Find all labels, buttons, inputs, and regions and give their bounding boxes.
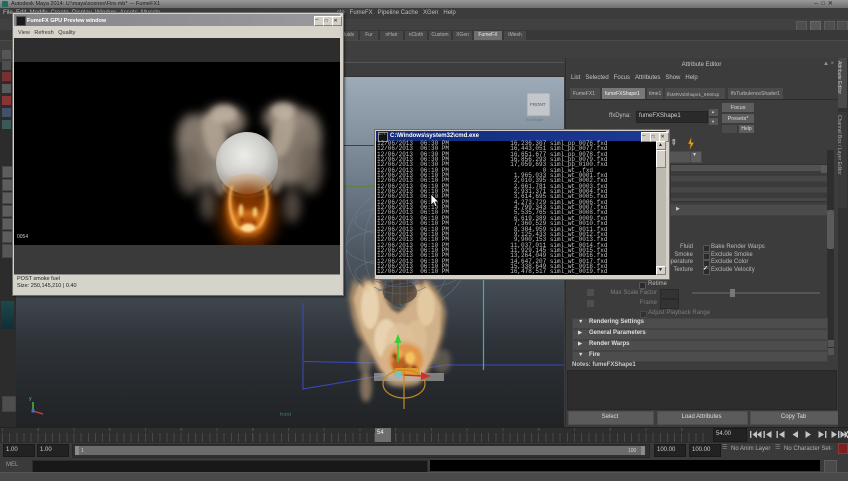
svg-text:y: y (29, 396, 32, 402)
svg-text:front: front (280, 412, 291, 418)
svg-text:FRONT: FRONT (530, 102, 546, 107)
svg-text:frontShape: frontShape (526, 118, 543, 122)
